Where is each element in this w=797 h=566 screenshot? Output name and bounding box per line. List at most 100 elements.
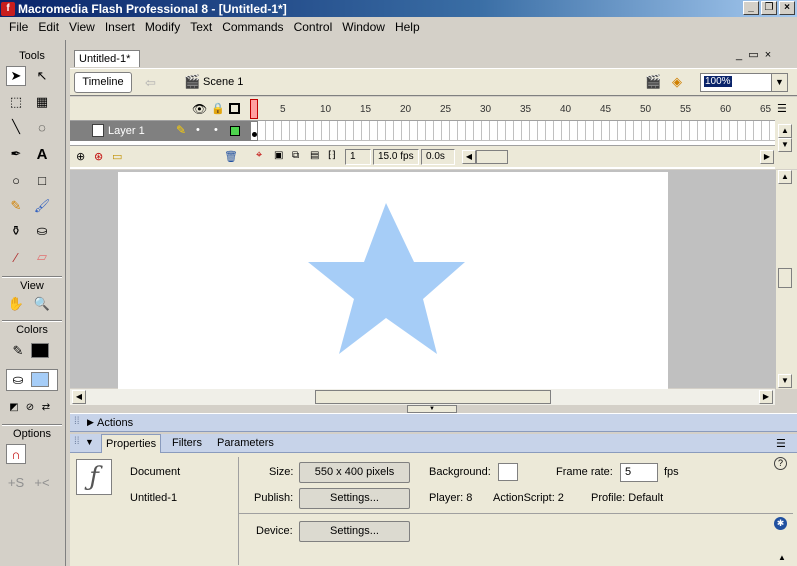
- keyframe[interactable]: [250, 121, 258, 141]
- star-shape[interactable]: [308, 203, 465, 354]
- back-arrow-icon[interactable]: ⇦: [145, 75, 156, 91]
- frame-row[interactable]: [250, 121, 775, 141]
- timeline-vscroll[interactable]: ▲ ▼: [777, 124, 795, 164]
- timeline-scroll-thumb[interactable]: [476, 150, 508, 164]
- size-button[interactable]: 550 x 400 pixels: [299, 462, 410, 483]
- menu-window[interactable]: Window: [337, 20, 390, 34]
- restore-button[interactable]: ❐: [761, 1, 777, 15]
- menu-view[interactable]: View: [64, 20, 100, 34]
- edit-multiple-frames-icon[interactable]: ▤: [310, 150, 319, 161]
- tl-scroll-down[interactable]: ▼: [778, 138, 792, 152]
- menu-commands[interactable]: Commands: [217, 20, 288, 34]
- oval-tool-icon[interactable]: ○: [6, 170, 26, 190]
- minimize-button[interactable]: _: [743, 1, 759, 15]
- zoom-tool-icon[interactable]: 🔍: [32, 294, 52, 314]
- hand-tool-icon[interactable]: ✋: [6, 294, 26, 314]
- expand-arrow-icon[interactable]: ▶: [87, 417, 94, 428]
- eraser-tool-icon[interactable]: ▱: [32, 247, 52, 267]
- ink-bottle-tool-icon[interactable]: ⚱: [6, 221, 26, 241]
- publish-settings-button[interactable]: Settings...: [299, 488, 410, 509]
- add-motion-guide-icon[interactable]: ⊛: [94, 150, 103, 163]
- snap-magnet-icon[interactable]: ∩: [6, 444, 26, 464]
- straighten-icon[interactable]: +<: [32, 472, 52, 492]
- tab-filters[interactable]: Filters: [168, 434, 206, 453]
- arrow-tool-icon[interactable]: ➤: [6, 66, 26, 86]
- fill-transform-tool-icon[interactable]: ▦: [32, 92, 52, 112]
- gripper-icon[interactable]: ⁞⁞: [74, 436, 80, 447]
- stage[interactable]: [118, 172, 668, 389]
- device-settings-button[interactable]: Settings...: [299, 521, 410, 542]
- close-button[interactable]: ×: [779, 1, 795, 15]
- help-icon[interactable]: ?: [774, 457, 787, 470]
- edit-scene-icon[interactable]: 🎬: [645, 74, 661, 90]
- line-tool-icon[interactable]: ╲: [6, 117, 26, 137]
- eyedropper-tool-icon[interactable]: ⁄: [6, 247, 26, 267]
- scroll-right-button[interactable]: ▶: [760, 150, 774, 164]
- onion-outlines-icon[interactable]: ⧉: [292, 150, 299, 161]
- delete-layer-icon[interactable]: 🗑: [224, 150, 238, 163]
- menu-file[interactable]: File: [4, 20, 33, 34]
- paint-bucket-tool-icon[interactable]: ⛀: [32, 221, 52, 241]
- collapse-arrow-icon[interactable]: ▼: [85, 437, 94, 447]
- collapse-arrow-icon[interactable]: ▼: [407, 405, 457, 413]
- menu-modify[interactable]: Modify: [140, 20, 185, 34]
- scene-label[interactable]: Scene 1: [203, 76, 243, 88]
- layer-name[interactable]: Layer 1: [108, 125, 145, 137]
- gripper-icon[interactable]: ⁞⁞: [74, 416, 80, 427]
- tab-parameters[interactable]: Parameters: [213, 434, 278, 453]
- lock-dot[interactable]: •: [214, 124, 218, 136]
- expand-panel-icon[interactable]: ▲: [778, 553, 786, 562]
- zoom-select[interactable]: 100% ▼: [700, 73, 788, 92]
- doc-window-controls[interactable]: _ ▭ ×: [736, 48, 771, 61]
- visibility-dot[interactable]: •: [196, 124, 200, 136]
- menu-insert[interactable]: Insert: [100, 20, 140, 34]
- insert-layer-icon[interactable]: ⊕: [76, 150, 85, 163]
- stage-vscroll-thumb[interactable]: [778, 268, 792, 288]
- actions-label[interactable]: Actions: [97, 417, 133, 429]
- fill-color-swatch[interactable]: [31, 372, 49, 387]
- swap-colors-icon[interactable]: ⇄: [36, 397, 56, 417]
- actions-panel-header[interactable]: ⁞⁞ ▶ Actions: [70, 413, 797, 432]
- scroll-left-button[interactable]: ◀: [462, 150, 476, 164]
- stage-scroll-right[interactable]: ▶: [759, 390, 773, 404]
- pen-tool-icon[interactable]: ✒: [6, 144, 26, 164]
- insert-folder-icon[interactable]: ▭: [112, 150, 122, 163]
- center-frame-icon[interactable]: ⌖: [256, 149, 262, 162]
- playhead[interactable]: [250, 99, 258, 119]
- menu-edit[interactable]: Edit: [33, 20, 64, 34]
- tab-properties[interactable]: Properties: [101, 434, 162, 453]
- background-color-swatch[interactable]: [498, 463, 518, 481]
- frame-ruler[interactable]: 1 5 10 15 20 25 30 35 40 45 50 55 60 65: [250, 97, 775, 121]
- stage-hscroll[interactable]: ◀ ▶: [70, 389, 775, 405]
- lasso-tool-icon[interactable]: ◌: [32, 117, 52, 137]
- smooth-icon[interactable]: +S: [6, 472, 26, 492]
- stage-scroll-down[interactable]: ▼: [778, 374, 792, 388]
- lock-icon[interactable]: 🔒: [211, 102, 225, 115]
- timeline-toggle-button[interactable]: Timeline: [74, 72, 132, 93]
- stage-scroll-up[interactable]: ▲: [778, 170, 792, 184]
- subselect-tool-icon[interactable]: ↖: [32, 66, 52, 86]
- brush-tool-icon[interactable]: 🖌: [32, 196, 52, 216]
- stage-vscroll[interactable]: ▲ ▼: [775, 170, 797, 389]
- menu-text[interactable]: Text: [185, 20, 217, 34]
- outline-color-square[interactable]: [230, 126, 240, 136]
- stroke-color-swatch[interactable]: [31, 343, 49, 358]
- stage-scroll-left[interactable]: ◀: [72, 390, 86, 404]
- frame-rate-input[interactable]: 5: [620, 463, 658, 482]
- modify-onion-markers-icon[interactable]: ⁅⁆: [328, 150, 336, 161]
- onion-skin-icon[interactable]: ▣: [274, 150, 283, 161]
- menu-control[interactable]: Control: [289, 20, 338, 34]
- text-tool-icon[interactable]: A: [32, 144, 52, 164]
- eye-icon[interactable]: 👁: [192, 102, 207, 116]
- edit-symbols-icon[interactable]: ◈: [672, 74, 682, 90]
- chevron-down-icon[interactable]: ▼: [771, 74, 787, 91]
- accessibility-icon[interactable]: ✱: [774, 517, 787, 530]
- panel-splitter[interactable]: ▼: [70, 405, 797, 413]
- stage-hscroll-thumb[interactable]: [315, 390, 551, 404]
- layer-row[interactable]: Layer 1 ✎ • •: [70, 121, 250, 141]
- free-transform-tool-icon[interactable]: ⬚: [6, 92, 26, 112]
- menu-help[interactable]: Help: [390, 20, 425, 34]
- timeline-options-icon[interactable]: ☰: [777, 102, 787, 115]
- document-tab[interactable]: Untitled-1*: [74, 50, 140, 67]
- outline-icon[interactable]: [229, 103, 240, 114]
